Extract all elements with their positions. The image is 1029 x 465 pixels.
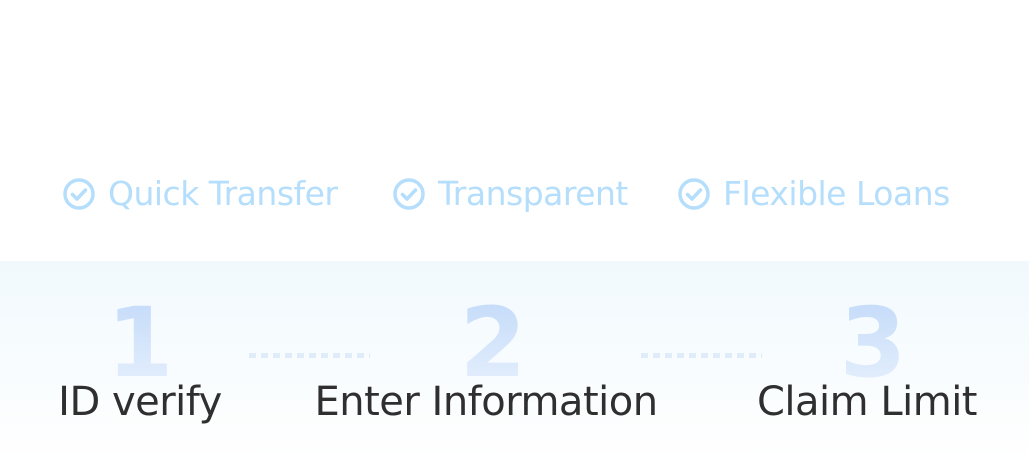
- step-number-3: 3: [813, 295, 933, 391]
- check-circle-icon: [63, 177, 95, 210]
- check-circle-icon: [678, 177, 710, 210]
- step-label-enter-information: Enter Information: [314, 379, 658, 425]
- step-label-claim-limit: Claim Limit: [756, 379, 978, 425]
- feature-transparent: Transparent: [392, 174, 628, 213]
- step-connector: [641, 353, 762, 358]
- check-circle-icon: [393, 177, 425, 210]
- feature-label: Flexible Loans: [723, 174, 950, 213]
- feature-flexible-loans: Flexible Loans: [677, 174, 950, 213]
- feature-label: Transparent: [438, 174, 628, 213]
- step-number-2: 2: [433, 295, 553, 391]
- step-number-1: 1: [80, 295, 200, 391]
- feature-quick-transfer: Quick Transfer: [62, 174, 338, 213]
- steps-section: 1 2 3 ID verify Enter Information Claim …: [0, 261, 1029, 465]
- feature-label: Quick Transfer: [108, 174, 338, 213]
- step-connector: [249, 353, 370, 358]
- step-label-id-verify: ID verify: [58, 379, 222, 425]
